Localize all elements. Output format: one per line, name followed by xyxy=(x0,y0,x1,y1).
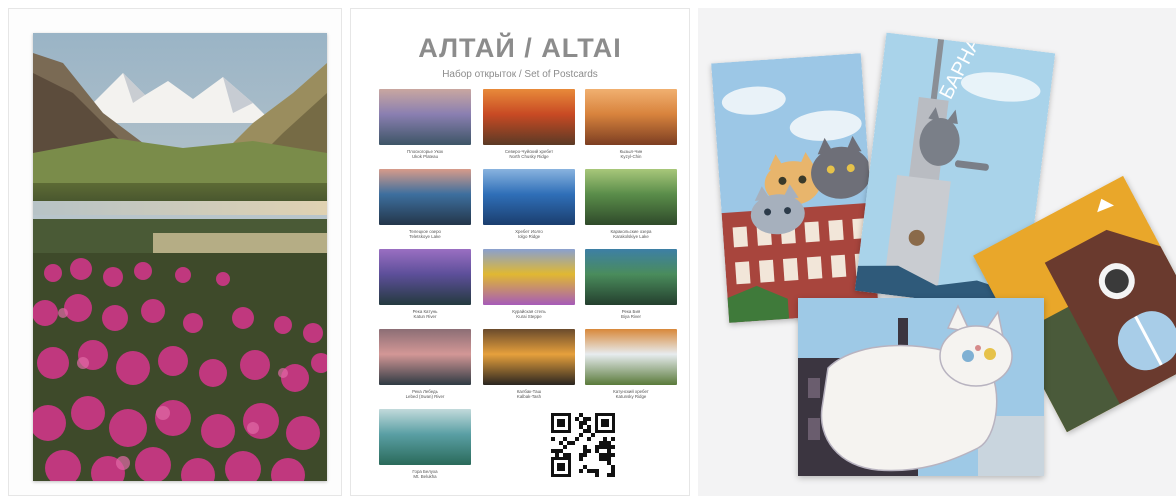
postcard-caption: Река Бия Biya River xyxy=(585,309,677,320)
postcard-thumbnail[interactable]: Хребет Иолго Iolgo Ridge xyxy=(483,169,575,240)
postcard-thumbnail-image xyxy=(379,169,471,225)
three-cats-illustration xyxy=(711,53,879,323)
postcard-thumbnail-image xyxy=(379,329,471,385)
postcard-thumbnail-image xyxy=(585,169,677,225)
postcard-thumbnail-image xyxy=(483,169,575,225)
postcard-caption-en: Lebed (Swan) River xyxy=(405,394,445,400)
postcard-thumbnail-image xyxy=(585,249,677,305)
postcard-caption-en: Katun River xyxy=(413,314,437,320)
postcard-caption-en: Karakolskiye Lake xyxy=(613,234,649,240)
set-title: АЛТАЙ / ALTAI xyxy=(418,33,622,63)
postcard-caption-en: Kurai Steppe xyxy=(516,314,542,320)
postcard-caption: Катунский хребет Katunsky Ridge xyxy=(585,389,677,400)
postcard-caption-en: Iolgo Ridge xyxy=(517,234,541,240)
postcard-thumbnail[interactable]: Катунский хребет Katunsky Ridge xyxy=(585,329,677,400)
postcard-thumbnail-image xyxy=(483,329,575,385)
qr-code[interactable] xyxy=(551,413,615,477)
postcard-thumbnail-image xyxy=(379,89,471,145)
postcard-caption: Курайская степь Kurai Steppe xyxy=(483,309,575,320)
postcard-thumbnail[interactable]: Река Катунь Katun River xyxy=(379,249,471,320)
postcard-thumbnail[interactable]: Кызыл-Чин Kyzyl-Chin xyxy=(585,89,677,160)
postcard-thumbnail[interactable]: Северо-Чуйский хребет North Chusky Ridge xyxy=(483,89,575,160)
postcard-thumbnail[interactable]: Курайская степь Kurai Steppe xyxy=(483,249,575,320)
cat-postcards-panel: БАРНАУЛ! xyxy=(698,8,1176,496)
postcard-thumbnail[interactable]: Калбак-Таш Kalbak-Tash xyxy=(483,329,575,400)
postcard-caption: Река Лебедь Lebed (Swan) River xyxy=(379,389,471,400)
postcard-caption-en: Kyzyl-Chin xyxy=(620,154,642,160)
postcard-thumbnail-image xyxy=(483,249,575,305)
postcard-thumbnail[interactable]: Телецкое озеро Teletskoye Lake xyxy=(379,169,471,240)
postcard-thumbnail[interactable]: Река Лебедь Lebed (Swan) River xyxy=(379,329,471,400)
postcard-caption: Кызыл-Чин Kyzyl-Chin xyxy=(585,149,677,160)
set-subtitle: Набор открыток / Set of Postcards xyxy=(442,69,598,80)
postcard-caption-en: Ukok Plateau xyxy=(411,154,439,160)
postcard-caption: Каракольские озера Karakolskiye Lake xyxy=(585,229,677,240)
postcard-thumbnail[interactable]: Гора Белуха Mt. Belukha xyxy=(379,409,471,480)
postcard-thumbnail-image xyxy=(379,409,471,465)
mountain-landscape-photo xyxy=(33,33,327,481)
left-panel xyxy=(8,8,342,496)
postcard-thumbnail-image xyxy=(379,249,471,305)
postcard-caption-en: Kalbak-Tash xyxy=(516,394,542,400)
qr-code-graphic xyxy=(551,413,615,477)
postcard-caption: Гора Белуха Mt. Belukha xyxy=(379,469,471,480)
postcard-caption-en: Mt. Belukha xyxy=(413,474,437,480)
postcard-caption: Калбак-Таш Kalbak-Tash xyxy=(483,389,575,400)
postcard-thumbnail-image xyxy=(585,89,677,145)
postcard-thumbnail-image xyxy=(585,329,677,385)
mountain-valley-image xyxy=(33,33,327,481)
postcard-caption-en: North Chusky Ridge xyxy=(509,154,549,160)
postcard-caption: Плоскогорье Укок Ukok Plateau xyxy=(379,149,471,160)
postcard-thumbnail[interactable]: Плоскогорье Укок Ukok Plateau xyxy=(379,89,471,160)
postcard-caption: Телецкое озеро Teletskoye Lake xyxy=(379,229,471,240)
postcard-thumbnail[interactable]: Река Бия Biya River xyxy=(585,249,677,320)
postcard-caption: Хребет Иолго Iolgo Ridge xyxy=(483,229,575,240)
postcard-caption-en: Katunsky Ridge xyxy=(615,394,647,400)
postcard-caption-en: Biya River xyxy=(620,314,641,320)
cats-postcard xyxy=(711,53,879,323)
white-cat-illustration xyxy=(798,298,1044,476)
set-back-panel: АЛТАЙ / ALTAI Набор открыток / Set of Po… xyxy=(350,8,690,496)
postcard-thumbnail-image xyxy=(483,89,575,145)
postcard-caption: Река Катунь Katun River xyxy=(379,309,471,320)
white-cat-postcard xyxy=(798,298,1044,476)
postcard-thumbnail[interactable]: Каракольские озера Karakolskiye Lake xyxy=(585,169,677,240)
postcard-caption: Северо-Чуйский хребет North Chusky Ridge xyxy=(483,149,575,160)
postcard-caption-en: Teletskoye Lake xyxy=(409,234,441,240)
